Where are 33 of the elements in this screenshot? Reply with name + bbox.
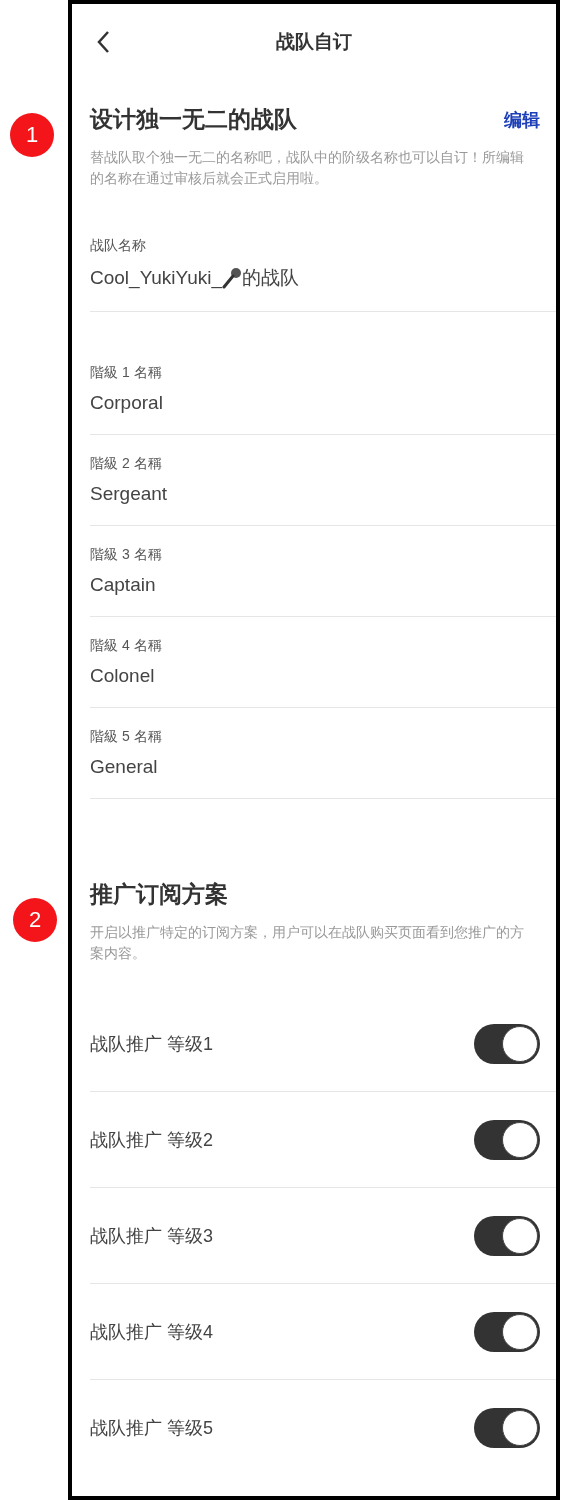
- field-value: Cool_YukiYuki_: [90, 267, 223, 289]
- field-label: 階級 3 名稱: [90, 546, 163, 564]
- toggle-switch[interactable]: [474, 1311, 540, 1352]
- toggle-switch[interactable]: [474, 1215, 540, 1256]
- annotation-badge: 2: [13, 898, 57, 942]
- back-icon[interactable]: [96, 30, 110, 54]
- section-title: 设计独一无二的战队: [90, 105, 297, 134]
- toggle-label: 战队推广 等级5: [90, 1416, 213, 1440]
- field-value: Corporal: [90, 392, 164, 414]
- toggle-switch[interactable]: [474, 1119, 540, 1160]
- toggle-label: 战队推广 等级4: [90, 1320, 213, 1344]
- section-description: 开启以推广特定的订阅方案，用户可以在战队购买页面看到您推广的方案内容。: [90, 923, 525, 963]
- annotation-badge: 1: [10, 113, 54, 157]
- microphone-icon: [222, 267, 243, 289]
- field-value: General: [90, 756, 159, 778]
- toggle-switch[interactable]: [474, 1023, 540, 1064]
- edit-link[interactable]: 编辑: [504, 107, 540, 132]
- field-label: 階級 4 名稱: [90, 637, 163, 655]
- section-description: 替战队取个独一无二的名称吧，战队中的阶级名称也可以自订！所编辑的名称在通过审核后就会正式启用啦。: [90, 148, 525, 188]
- field-label: 階級 2 名稱: [90, 455, 163, 473]
- toggle-label: 战队推广 等级3: [90, 1224, 213, 1248]
- field-label: 階級 5 名稱: [90, 728, 163, 746]
- page-title: 战队自订: [276, 30, 352, 54]
- field-value: Colonel: [90, 665, 156, 687]
- field-label: 階級 1 名稱: [90, 364, 163, 382]
- toggle-label: 战队推广 等级1: [90, 1032, 213, 1056]
- field-label: 战队名称: [90, 237, 147, 255]
- toggle-label: 战队推广 等级2: [90, 1128, 213, 1152]
- section-title: 推广订阅方案: [90, 880, 228, 909]
- toggle-switch[interactable]: [474, 1407, 540, 1448]
- field-value: Captain: [90, 574, 157, 596]
- field-value: 的战队: [242, 266, 300, 290]
- field-value: Sergeant: [90, 483, 169, 505]
